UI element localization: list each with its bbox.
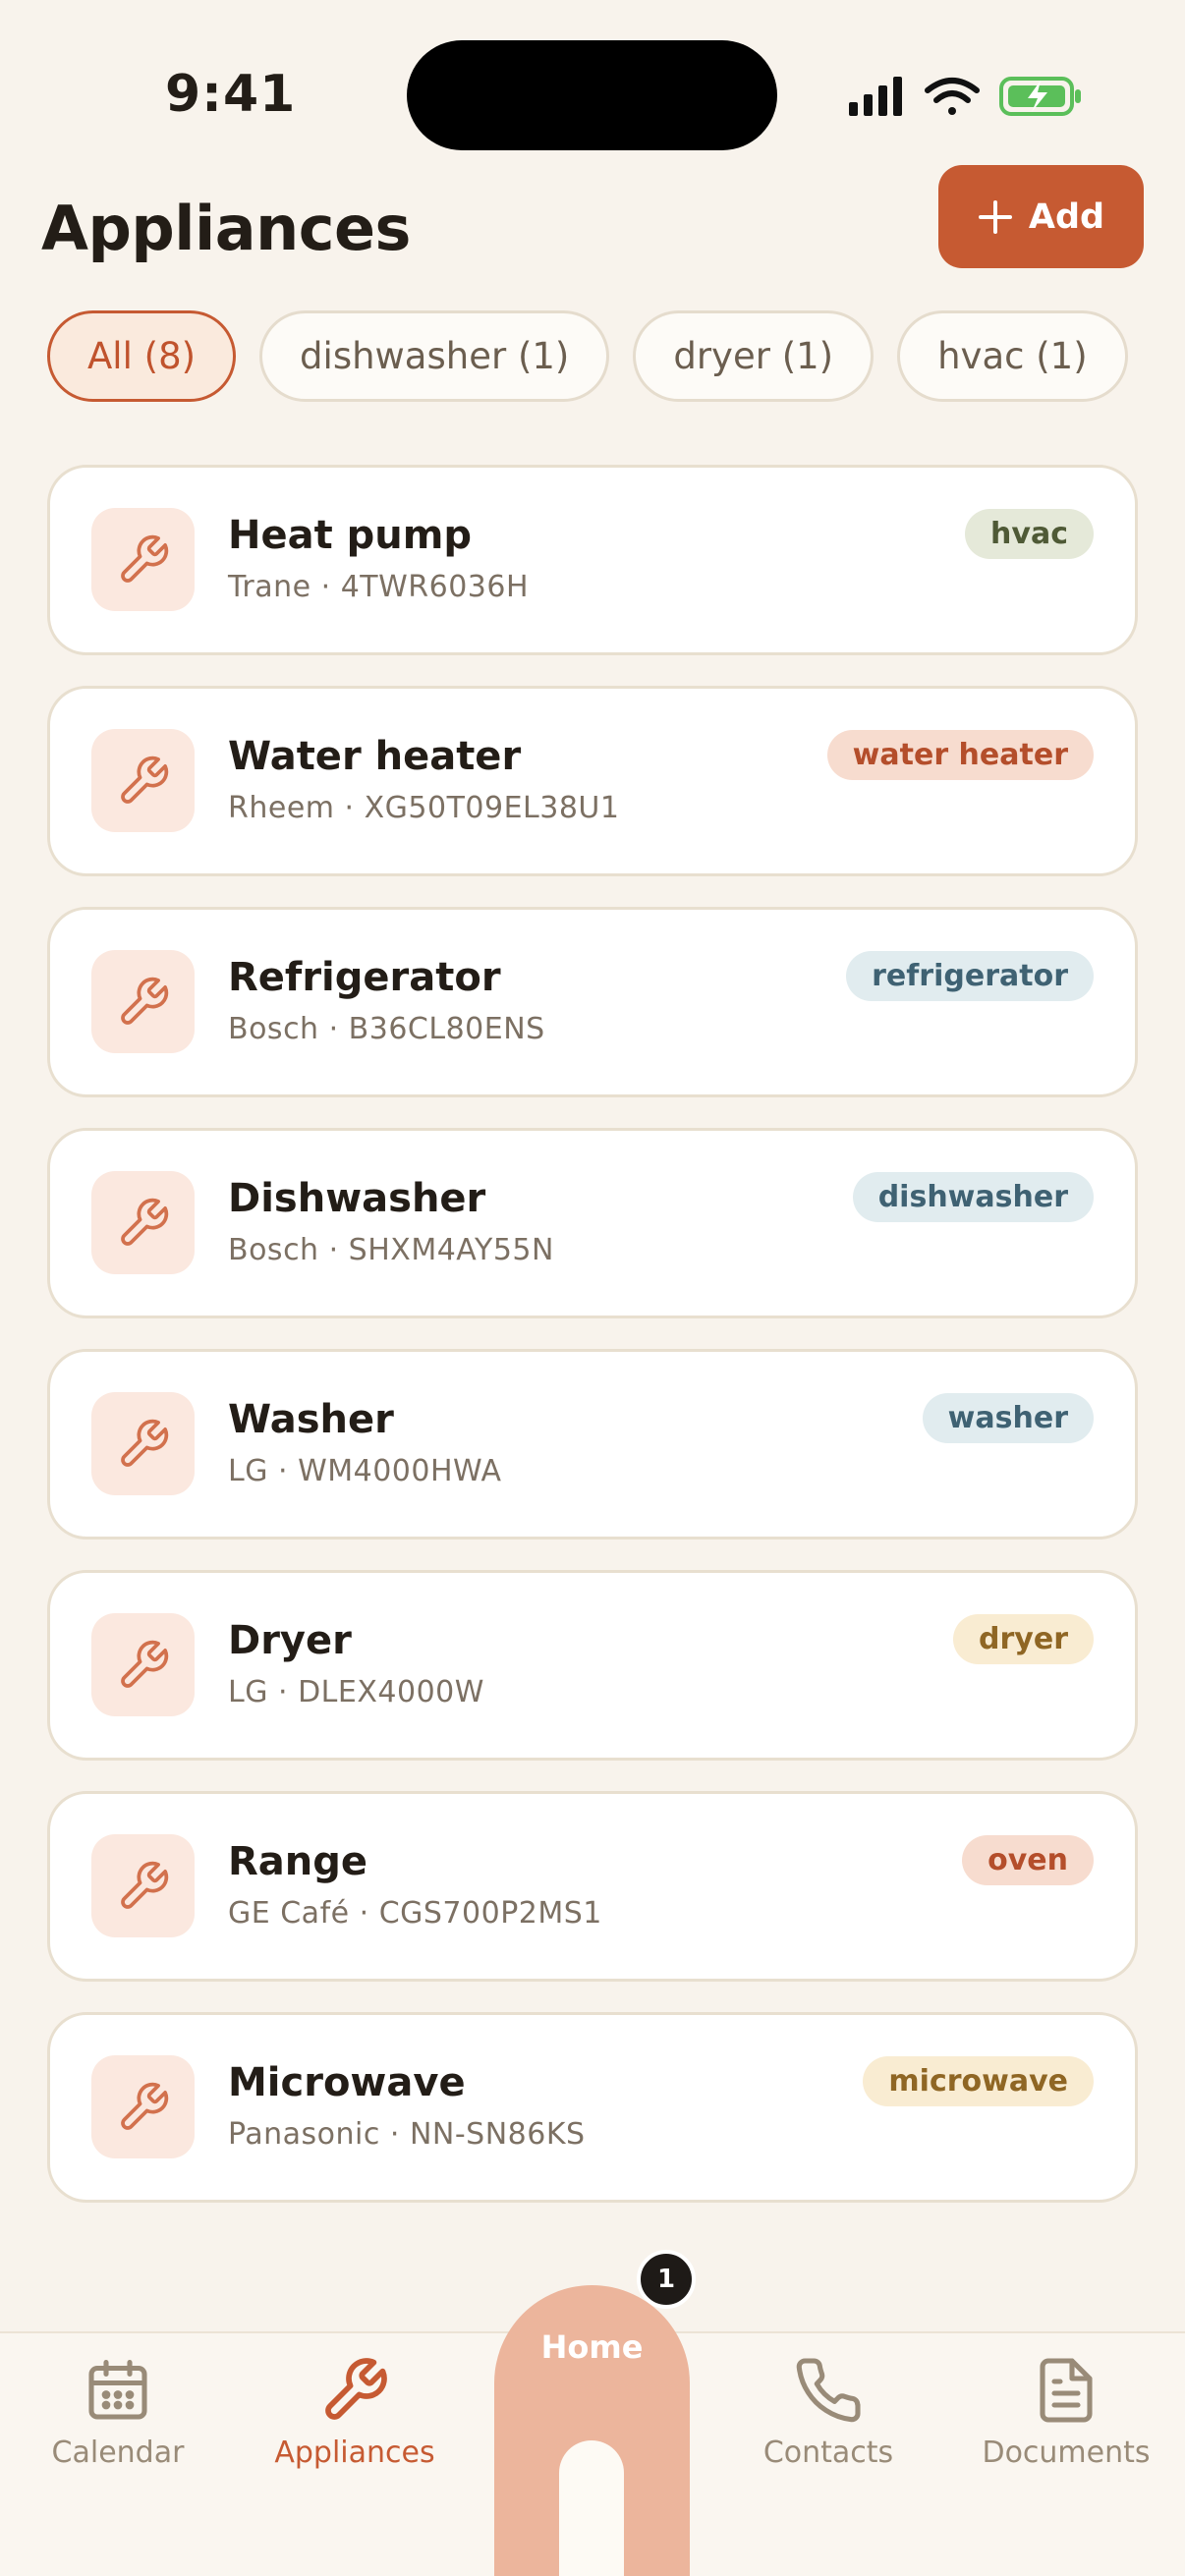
wrench-icon — [91, 508, 195, 611]
add-button[interactable]: Add — [938, 165, 1144, 268]
appliance-name: Microwave — [228, 2060, 466, 2105]
appliance-model: LG · DLEX4000W — [228, 1675, 484, 1709]
appliance-name: Refrigerator — [228, 955, 501, 1000]
plus-icon — [978, 199, 1012, 234]
appliance-tag: oven — [962, 1835, 1094, 1885]
wrench-icon — [91, 1613, 195, 1716]
appliance-tag: dishwasher — [852, 1172, 1094, 1222]
appliance-card[interactable]: Range GE Café · CGS700P2MS1 oven — [47, 1791, 1138, 1982]
appliance-model: GE Café · CGS700P2MS1 — [228, 1896, 602, 1931]
appliance-tag: washer — [922, 1393, 1094, 1443]
appliance-tag: microwave — [863, 2056, 1094, 2106]
appliance-name: Water heater — [228, 734, 522, 779]
appliance-list: Heat pump Trane · 4TWR6036H hvac Water h… — [47, 465, 1138, 2233]
wrench-icon — [91, 2055, 195, 2158]
screen: 9:41 Appliances Add All (8) dishwasher (… — [0, 0, 1185, 2576]
appliance-name: Dryer — [228, 1618, 352, 1663]
appliance-tag: hvac — [965, 509, 1094, 559]
document-icon — [1040, 2358, 1093, 2423]
wrench-icon — [91, 729, 195, 832]
nav-home[interactable]: Home — [494, 2285, 690, 2576]
wrench-icon — [91, 1834, 195, 1937]
nav-calendar[interactable]: Calendar — [10, 2355, 226, 2502]
appliance-name: Range — [228, 1839, 368, 1884]
appliance-card[interactable]: Dryer LG · DLEX4000W dryer — [47, 1570, 1138, 1761]
appliance-tag: water heater — [826, 730, 1094, 780]
filter-chip-hvac[interactable]: hvac (1) — [897, 310, 1128, 402]
appliance-model: Bosch · SHXM4AY55N — [228, 1233, 554, 1267]
nav-documents-label: Documents — [982, 2436, 1151, 2470]
appliance-card[interactable]: Washer LG · WM4000HWA washer — [47, 1349, 1138, 1540]
phone-icon — [796, 2358, 861, 2423]
nav-contacts-label: Contacts — [762, 2436, 894, 2470]
status-time: 9:41 — [165, 65, 297, 124]
calendar-icon — [88, 2359, 147, 2420]
appliance-model: Panasonic · NN-SN86KS — [228, 2117, 586, 2152]
nav-home-label: Home — [540, 2328, 644, 2366]
appliance-name: Washer — [228, 1397, 394, 1442]
page-title: Appliances — [41, 193, 411, 264]
appliance-name: Dishwasher — [228, 1176, 486, 1221]
appliance-card[interactable]: Dishwasher Bosch · SHXM4AY55N dishwasher — [47, 1128, 1138, 1318]
nav-contacts[interactable]: Contacts — [720, 2355, 936, 2502]
wrench-icon — [91, 1171, 195, 1274]
appliance-name: Heat pump — [228, 513, 473, 558]
appliance-model: Rheem · XG50T09EL38U1 — [228, 791, 620, 825]
nav-appliances[interactable]: Appliances — [247, 2355, 463, 2502]
appliance-card[interactable]: Water heater Rheem · XG50T09EL38U1 water… — [47, 686, 1138, 876]
home-slot — [559, 2440, 624, 2576]
wifi-icon — [925, 78, 980, 115]
appliance-card[interactable]: Heat pump Trane · 4TWR6036H hvac — [47, 465, 1138, 655]
appliance-tag: dryer — [953, 1614, 1094, 1664]
wrench-icon — [325, 2358, 387, 2420]
appliance-card[interactable]: Refrigerator Bosch · B36CL80ENS refriger… — [47, 907, 1138, 1097]
appliance-tag: refrigerator — [846, 951, 1094, 1001]
appliance-card[interactable]: Microwave Panasonic · NN-SN86KS microwav… — [47, 2012, 1138, 2203]
cellular-signal-icon — [849, 77, 902, 116]
home-notification-badge: 1 — [637, 2250, 696, 2309]
wrench-icon — [91, 1392, 195, 1495]
filter-chips: All (8) dishwasher (1) dryer (1) hvac (1… — [47, 310, 1138, 405]
status-icons — [849, 73, 1085, 120]
add-button-label: Add — [1028, 196, 1105, 237]
nav-calendar-label: Calendar — [51, 2436, 185, 2470]
filter-chip-dishwasher[interactable]: dishwasher (1) — [259, 310, 610, 402]
wrench-icon — [91, 950, 195, 1053]
battery-charging-icon — [999, 77, 1081, 116]
filter-chip-all[interactable]: All (8) — [47, 310, 237, 402]
dynamic-island — [407, 40, 777, 150]
nav-appliances-label: Appliances — [274, 2436, 435, 2470]
appliance-model: LG · WM4000HWA — [228, 1454, 502, 1488]
appliance-model: Trane · 4TWR6036H — [228, 570, 530, 604]
filter-chip-dryer[interactable]: dryer (1) — [633, 310, 875, 402]
nav-documents[interactable]: Documents — [958, 2355, 1174, 2502]
appliance-model: Bosch · B36CL80ENS — [228, 1012, 545, 1046]
